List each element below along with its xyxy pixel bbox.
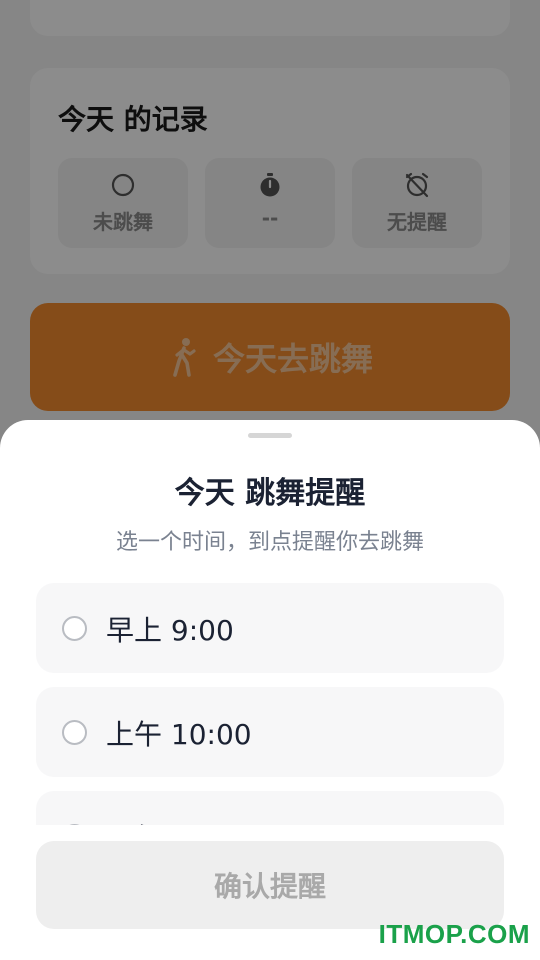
- reminder-bottom-sheet: 今天 跳舞提醒 选一个时间，到点提醒你去跳舞 早上 9:00 上午 10:00 …: [0, 420, 540, 960]
- time-option-label: 早上 9:00: [106, 614, 234, 647]
- watermark: ITMOP.COM: [378, 919, 530, 949]
- radio-button[interactable]: [62, 616, 87, 641]
- time-option-10am[interactable]: 上午 10:00: [36, 687, 504, 777]
- time-option-label: 下午: [106, 817, 162, 825]
- sheet-subtitle: 选一个时间，到点提醒你去跳舞: [115, 530, 424, 555]
- radio-button[interactable]: [62, 720, 87, 745]
- sheet-title: 今天 跳舞提醒: [174, 476, 366, 511]
- radio-button[interactable]: [62, 824, 87, 825]
- confirm-reminder-button[interactable]: 确认提醒: [36, 841, 504, 929]
- drag-handle[interactable]: [248, 433, 292, 438]
- time-option-9am[interactable]: 早上 9:00: [36, 583, 504, 673]
- time-option-label: 上午 10:00: [106, 718, 252, 751]
- time-option-afternoon[interactable]: 下午: [36, 791, 504, 825]
- time-options-list[interactable]: 早上 9:00 上午 10:00 下午: [36, 583, 504, 825]
